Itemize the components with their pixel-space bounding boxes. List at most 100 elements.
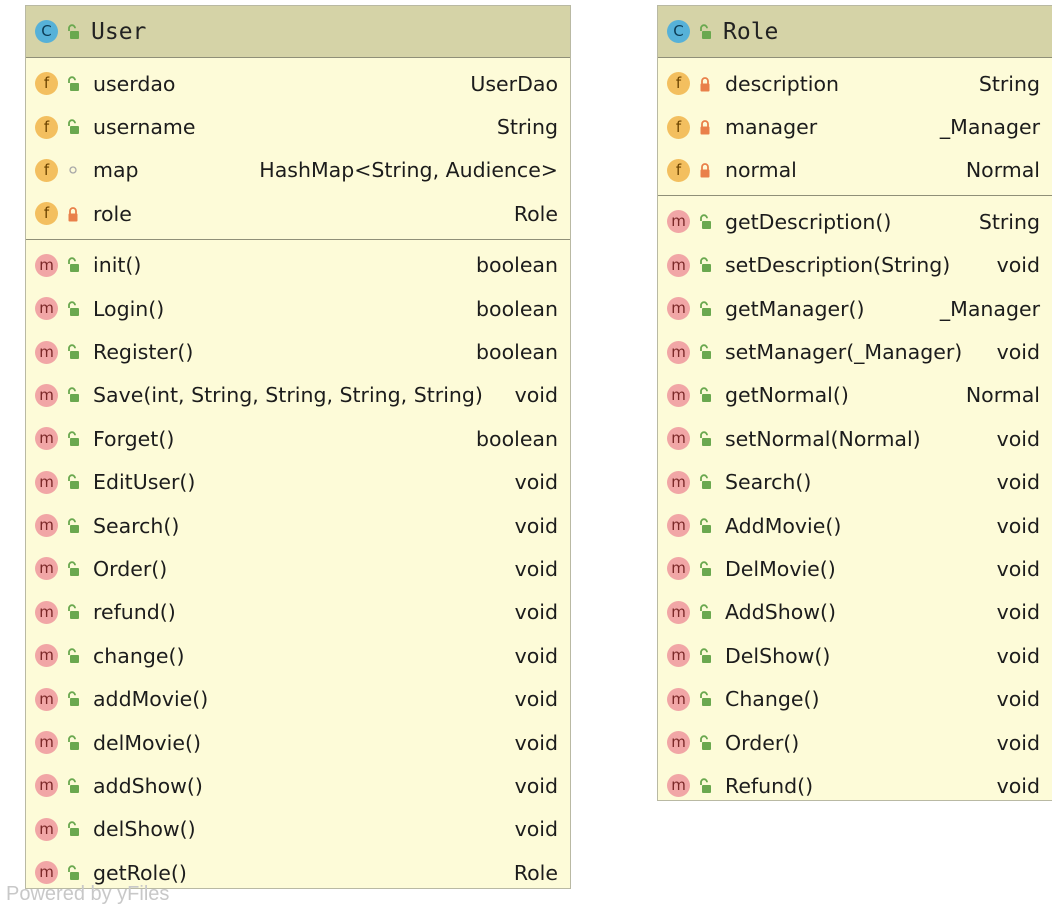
method-row[interactable]: m addShow() void [26,764,570,807]
role-methods-section: m getDescription() String m setDescription(S… [658,196,1052,807]
member-name: map [93,158,139,183]
private-lock-icon [696,160,714,180]
public-lock-icon [64,646,82,666]
member-type: void [996,556,1040,581]
private-lock-icon [64,204,82,224]
public-lock-icon [696,255,714,275]
member-type: void [996,513,1040,538]
member-type: Normal [965,158,1040,183]
public-lock-icon [696,776,714,796]
public-lock-icon [696,472,714,492]
field-row[interactable]: f description String [658,62,1052,105]
method-row[interactable]: m getNormal() Normal [658,374,1052,417]
field-row[interactable]: f normal Normal [658,149,1052,192]
method-row[interactable]: m Order() void [658,721,1052,764]
member-name: Save(int, String, String, String, String… [93,383,483,408]
user-class-header[interactable]: C User [26,6,570,58]
method-row[interactable]: m Change() void [658,677,1052,720]
method-row[interactable]: m DelShow() void [658,634,1052,677]
method-row[interactable]: m getDescription() String [658,200,1052,243]
field-row[interactable]: f role Role [26,192,570,235]
member-name: getNormal() [725,383,849,408]
class-icon: C [667,20,690,43]
public-lock-icon [64,733,82,753]
member-name: description [725,71,839,96]
member-type: void [514,470,558,495]
member-name: change() [93,643,185,668]
method-row[interactable]: m EditUser() void [26,461,570,504]
member-type: void [514,600,558,625]
public-lock-icon [64,255,82,275]
method-row[interactable]: m delShow() void [26,808,570,851]
user-fields-section: f userdao UserDao f username String f map HashMa… [26,58,570,240]
method-row[interactable]: m AddMovie() void [658,504,1052,547]
method-row[interactable]: m setManager(_Manager) void [658,330,1052,373]
method-row[interactable]: m Search() void [26,504,570,547]
member-name: setNormal(Normal) [725,426,921,451]
member-type: void [514,383,558,408]
method-row[interactable]: m Save(int, String, String, String, Strin… [26,374,570,417]
method-icon: m [667,687,690,711]
public-lock-icon [696,733,714,753]
field-icon: f [35,115,58,139]
method-row[interactable]: m Refund() void [658,764,1052,807]
method-row[interactable]: m DelMovie() void [658,547,1052,590]
public-lock-icon [64,429,82,449]
field-row[interactable]: f username String [26,105,570,148]
method-row[interactable]: m setDescription(String) void [658,244,1052,287]
method-row[interactable]: m Forget() boolean [26,417,570,460]
method-icon: m [35,687,58,711]
member-name: DelShow() [725,643,831,668]
method-row[interactable]: m Order() void [26,547,570,590]
field-row[interactable]: f userdao UserDao [26,62,570,105]
member-name: Change() [725,687,820,712]
field-row[interactable]: f manager _Manager [658,105,1052,148]
member-type: boolean [476,296,558,321]
public-lock-icon [64,602,82,622]
public-lock-icon [64,342,82,362]
member-name: addShow() [93,773,203,798]
member-type: void [996,730,1040,755]
method-icon: m [667,644,690,668]
method-row[interactable]: m getManager() _Manager [658,287,1052,330]
member-name: setManager(_Manager) [725,340,963,365]
method-row[interactable]: m refund() void [26,591,570,634]
member-name: role [93,201,132,226]
member-name: DelMovie() [725,556,836,581]
method-row[interactable]: m setNormal(Normal) void [658,417,1052,460]
method-icon: m [667,470,690,494]
method-row[interactable]: m delMovie() void [26,721,570,764]
member-name: delMovie() [93,730,201,755]
method-icon: m [35,644,58,668]
method-row[interactable]: m Login() boolean [26,287,570,330]
member-name: getDescription() [725,209,892,234]
member-name: refund() [93,600,176,625]
member-name: AddMovie() [725,513,842,538]
method-icon: m [35,297,58,321]
method-icon: m [35,470,58,494]
role-class-header[interactable]: C Role [658,6,1052,58]
member-type: String [978,71,1040,96]
member-type: boolean [476,253,558,278]
member-type: String [978,209,1040,234]
user-class-box[interactable]: C User f userdao UserDao f username String f ma… [25,5,571,889]
member-name: Login() [93,296,165,321]
member-name: Search() [93,513,180,538]
method-row[interactable]: m AddShow() void [658,591,1052,634]
role-class-box[interactable]: C Role f description String f manager _Manage… [657,5,1052,801]
method-row[interactable]: m Search() void [658,461,1052,504]
method-row[interactable]: m addMovie() void [26,677,570,720]
method-icon: m [667,600,690,624]
public-lock-icon [64,385,82,405]
member-type: void [996,600,1040,625]
member-type: _Manager [939,115,1040,140]
public-lock-icon [696,212,714,232]
field-row[interactable]: f map HashMap<String, Audience> [26,149,570,192]
member-name: userdao [93,71,176,96]
member-name: addMovie() [93,687,209,712]
method-row[interactable]: m init() boolean [26,244,570,287]
method-row[interactable]: m change() void [26,634,570,677]
method-row[interactable]: m Register() boolean [26,330,570,373]
member-type: void [996,643,1040,668]
member-type: boolean [476,340,558,365]
